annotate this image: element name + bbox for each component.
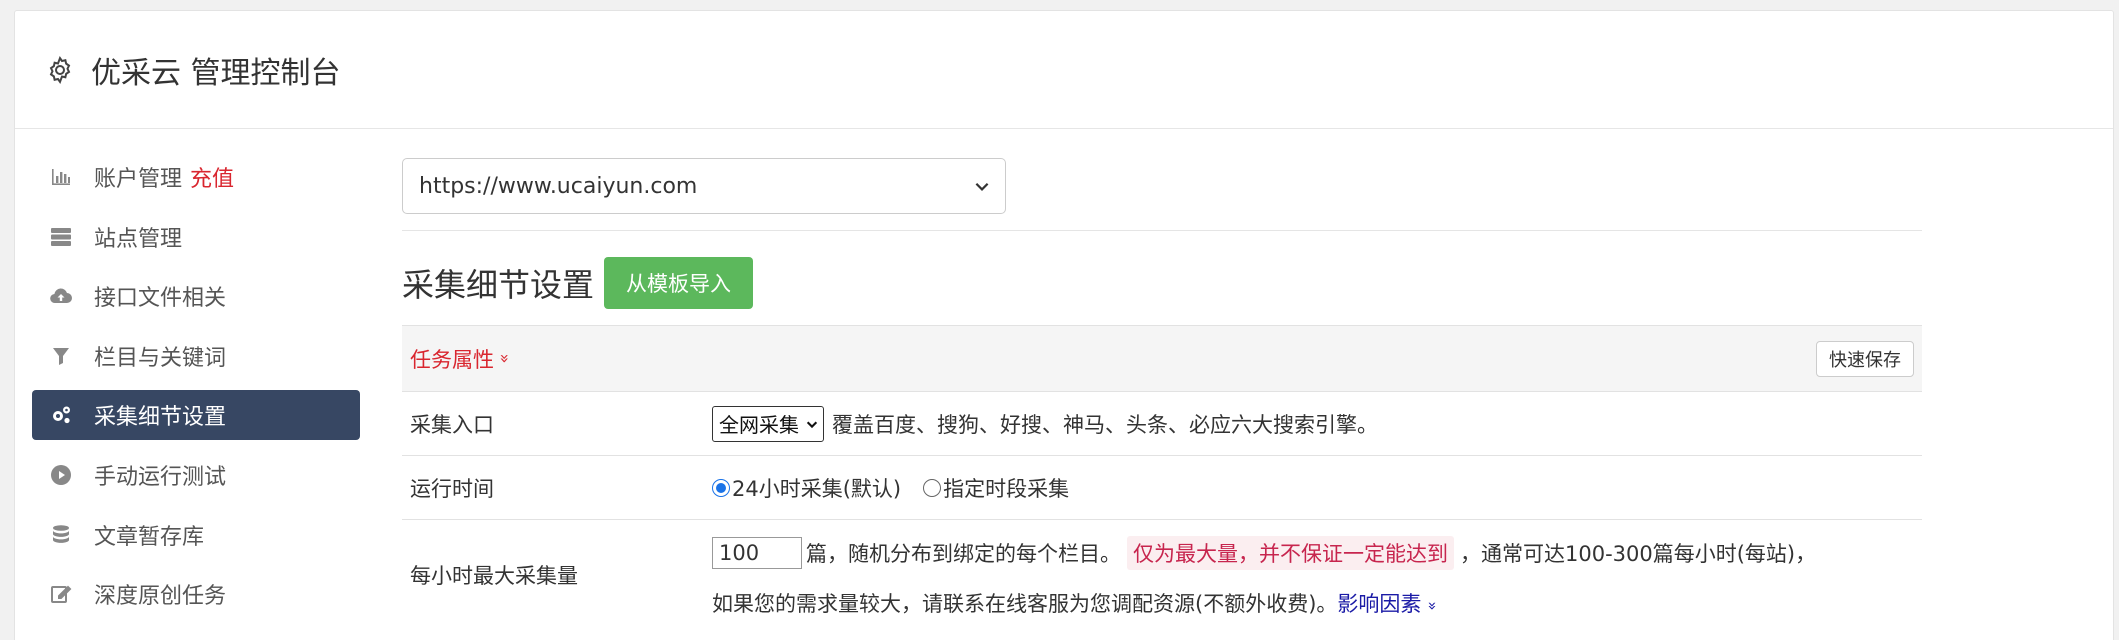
max-per-hour-text3: 如果您的需求量较大，请联系在线客服为您调配资源(不额外收费)。 — [712, 591, 1338, 616]
gear-icon — [49, 55, 71, 84]
quick-save-button[interactable]: 快速保存 — [1816, 340, 1914, 377]
row-value: 100 篇，随机分布到绑定的每个栏目。 仅为最大量，并不保证一定能达到 ，通常可… — [712, 520, 1922, 629]
settings-table: 任务属性 » 快速保存 采集入口 全网采集 覆盖百度、搜狗、好搜、神马、头条、必… — [402, 325, 1922, 629]
main-content: https://www.ucaiyun.com 采集细节设置 从模板导入 任务属… — [402, 158, 1922, 629]
row-label: 采集入口 — [410, 412, 494, 437]
sidebar-item-label: 深度原创任务 — [94, 584, 227, 610]
radio-scheduled-label: 指定时段采集 — [943, 476, 1070, 501]
table-row: 每小时最大采集量 100 篇，随机分布到绑定的每个栏目。 仅为最大量，并不保证一… — [402, 519, 1922, 629]
sidebar-item-label: 手动运行测试 — [94, 464, 227, 490]
task-attr-header: 任务属性 » 快速保存 — [402, 325, 1922, 391]
double-chevron-down-icon: » — [1423, 600, 1442, 611]
page-title: 优采云 管理控制台 — [91, 55, 341, 91]
row-value: 24小时采集(默认) 指定时段采集 — [712, 456, 1922, 519]
max-per-hour-warning: 仅为最大量，并不保证一定能达到 — [1127, 535, 1454, 570]
sidebar-item-label: 账户管理 — [94, 167, 183, 192]
sidebar-item-collect-settings[interactable]: 采集细节设置 — [32, 390, 360, 441]
cloud-upload-icon — [48, 283, 74, 309]
radio-24h[interactable]: 24小时采集(默认) — [712, 473, 901, 503]
sidebar-item-label: 站点管理 — [94, 226, 183, 252]
sidebar-item-manual-run[interactable]: 手动运行测试 — [32, 450, 360, 500]
sidebar-item-label: 接口文件相关 — [94, 286, 227, 312]
max-per-hour-line-1: 100 篇，随机分布到绑定的每个栏目。 仅为最大量，并不保证一定能达到 ，通常可… — [712, 535, 1817, 570]
max-per-hour-line-2: 如果您的需求量较大，请联系在线客服为您调配资源(不额外收费)。 影响因素 » — [712, 588, 1442, 618]
sidebar-item-account[interactable]: 账户管理 充值 — [32, 152, 360, 202]
chevron-down-icon — [975, 182, 989, 191]
gears-icon — [48, 402, 74, 428]
sidebar-item-label: 文章暂存库 — [94, 524, 205, 550]
sidebar-item-deep-original[interactable]: 深度原创任务 — [32, 569, 360, 619]
influence-factors-link[interactable]: 影响因素 » — [1337, 588, 1441, 618]
collect-entry-value: 全网采集 — [719, 413, 799, 437]
task-attr-toggle[interactable]: 任务属性 » — [410, 344, 514, 374]
server-icon — [48, 224, 74, 250]
row-label: 运行时间 — [410, 476, 494, 501]
sidebar-item-label: 栏目与关键词 — [94, 345, 227, 371]
site-select-value: https://www.ucaiyun.com — [419, 173, 698, 199]
radio-24h-label: 24小时采集(默认) — [732, 476, 902, 501]
sidebar: 账户管理 充值 站点管理 接口文件相关 栏目与关键词 采集细节设置 手动运行测试 — [32, 152, 360, 629]
section-title-row: 采集细节设置 从模板导入 — [402, 255, 1922, 311]
radio-button[interactable] — [923, 478, 942, 497]
max-per-hour-input[interactable]: 100 — [712, 536, 802, 569]
radio-scheduled[interactable]: 指定时段采集 — [923, 473, 1069, 503]
double-chevron-down-icon: » — [495, 353, 515, 364]
sidebar-item-article-storage[interactable]: 文章暂存库 — [32, 510, 360, 560]
import-template-button[interactable]: 从模板导入 — [604, 257, 754, 309]
task-attr-label: 任务属性 — [410, 347, 494, 372]
divider — [402, 230, 1922, 231]
chevron-down-icon — [806, 421, 818, 428]
section-title: 采集细节设置 — [402, 266, 595, 304]
collect-entry-select[interactable]: 全网采集 — [712, 405, 824, 442]
database-icon — [48, 522, 74, 548]
site-select[interactable]: https://www.ucaiyun.com — [402, 158, 1006, 214]
recharge-link[interactable]: 充值 — [190, 161, 234, 193]
row-value: 全网采集 覆盖百度、搜狗、好搜、神马、头条、必应六大搜索引擎。 — [712, 392, 1922, 455]
max-per-hour-text1: 篇，随机分布到绑定的每个栏目。 — [806, 541, 1121, 566]
max-per-hour-text2: ，通常可达100-300篇每小时(每站)， — [1460, 541, 1817, 566]
play-circle-icon — [48, 462, 74, 488]
radio-button-selected[interactable] — [712, 478, 730, 497]
edit-icon — [48, 581, 74, 607]
sidebar-item-columns-keywords[interactable]: 栏目与关键词 — [32, 331, 360, 381]
filter-icon — [48, 343, 74, 369]
sidebar-item-label: 采集细节设置 — [94, 405, 227, 431]
page-header: 优采云 管理控制台 — [15, 11, 2113, 129]
row-label: 每小时最大采集量 — [410, 563, 578, 588]
table-row: 采集入口 全网采集 覆盖百度、搜狗、好搜、神马、头条、必应六大搜索引擎。 — [402, 391, 1922, 455]
sidebar-item-sites[interactable]: 站点管理 — [32, 212, 360, 262]
influence-factors-label: 影响因素 — [1337, 591, 1422, 616]
table-row: 运行时间 24小时采集(默认) 指定时段采集 — [402, 455, 1922, 519]
sidebar-item-interface-files[interactable]: 接口文件相关 — [32, 271, 360, 321]
bar-chart-icon — [48, 164, 74, 190]
collect-entry-desc: 覆盖百度、搜狗、好搜、神马、头条、必应六大搜索引擎。 — [832, 412, 1378, 437]
